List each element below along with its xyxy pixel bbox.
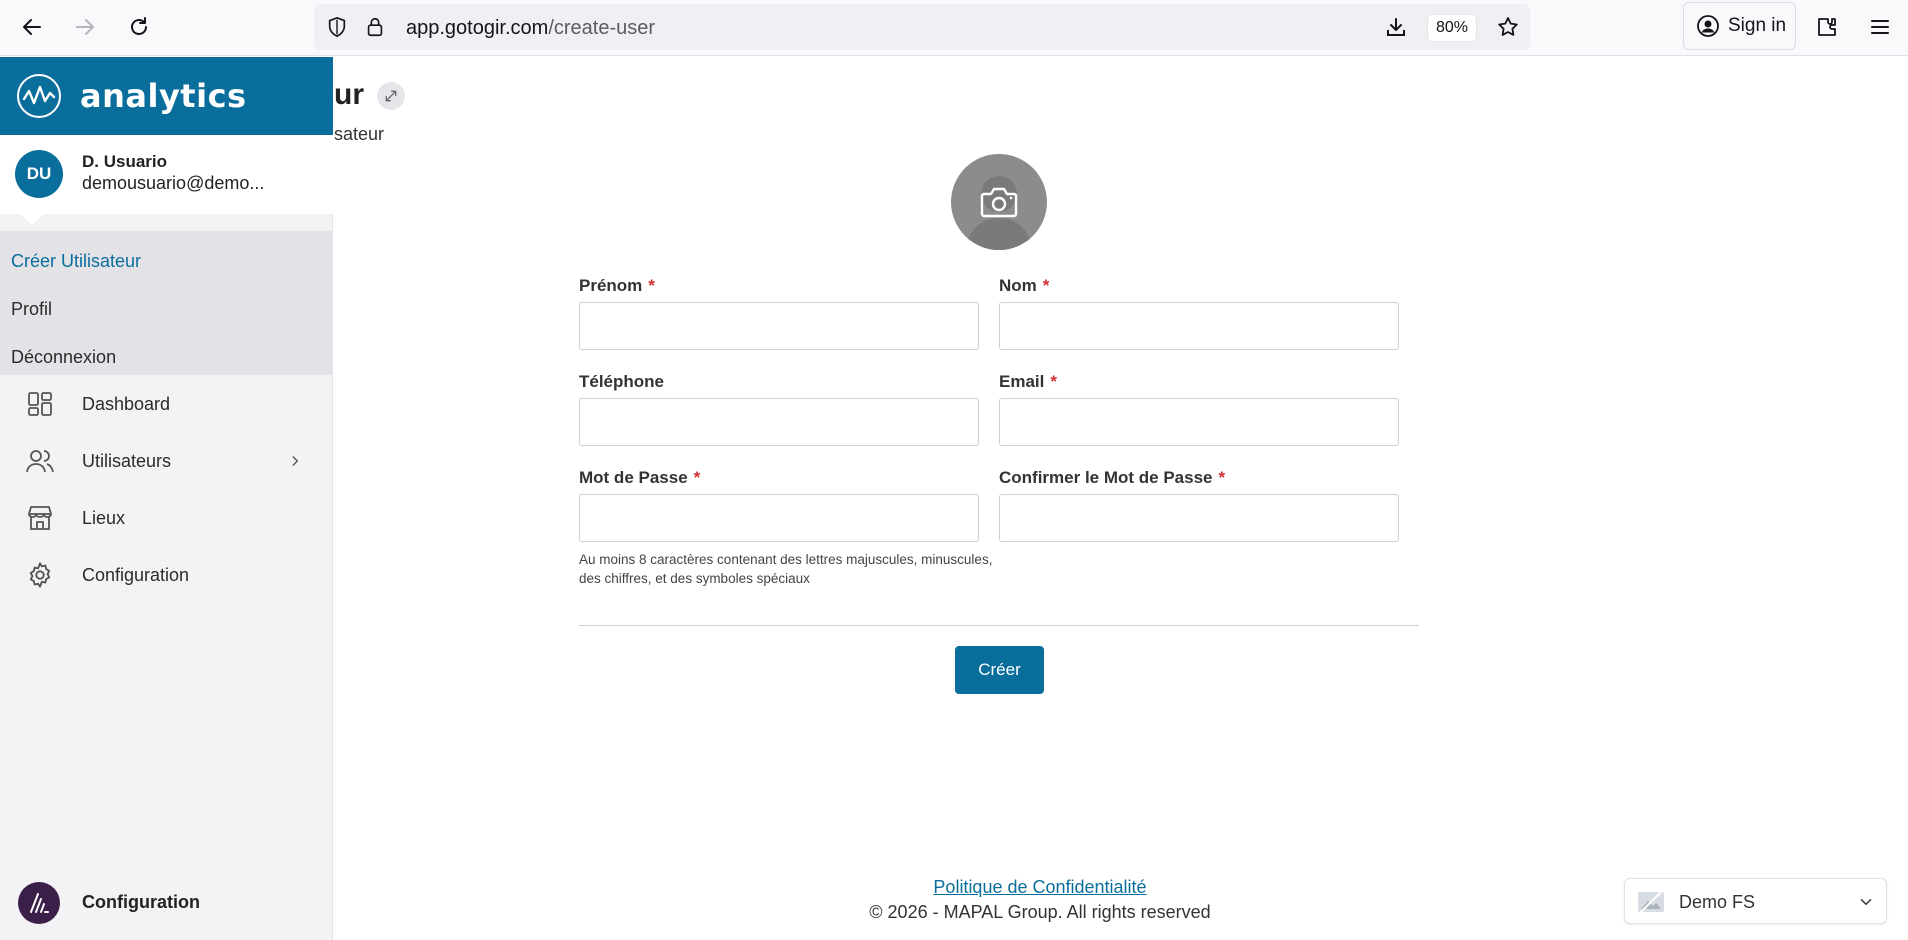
- profile-photo-upload[interactable]: [951, 154, 1047, 250]
- dashboard-icon: [25, 389, 55, 419]
- first-name-label: Prénom *: [579, 276, 655, 295]
- brand-header[interactable]: analytics: [0, 57, 333, 135]
- form-divider: [579, 625, 1419, 626]
- arrow-left-icon: [23, 19, 41, 35]
- sidebar-footer-label: Configuration: [82, 892, 200, 912]
- image-placeholder-icon: [1638, 889, 1664, 915]
- sidebar-item-configuration[interactable]: Configuration: [0, 550, 333, 600]
- account-icon: [1697, 15, 1719, 37]
- user-card-caret: [20, 214, 44, 225]
- first-name-input[interactable]: [579, 302, 979, 350]
- breadcrumb: sateur: [334, 124, 385, 144]
- menu-button[interactable]: [1865, 12, 1895, 42]
- sidebar-footer-app[interactable]: Configuration: [0, 877, 333, 927]
- organization-select[interactable]: Demo FS: [1624, 878, 1887, 924]
- gear-icon: [25, 560, 55, 590]
- download-icon[interactable]: [1384, 15, 1408, 39]
- reload-icon: [131, 17, 147, 35]
- confirm-password-label: Confirmer le Mot de Passe *: [999, 468, 1226, 487]
- sidebar-item-users[interactable]: Utilisateurs: [0, 436, 333, 486]
- user-card[interactable]: DU D. Usuario demousuario@demo...: [0, 135, 333, 214]
- sidebar-item-label: Configuration: [82, 564, 190, 585]
- lock-icon: [367, 17, 383, 37]
- extensions-button[interactable]: [1812, 12, 1842, 42]
- back-button[interactable]: [17, 12, 47, 42]
- email-input[interactable]: [999, 398, 1399, 446]
- app-logo-icon: [18, 882, 60, 924]
- expand-icon: [385, 90, 397, 102]
- arrow-right-icon: [76, 19, 94, 35]
- browser-toolbar: app.gotogir.com/create-user 80% Sign in: [0, 0, 1908, 56]
- users-icon: [25, 446, 55, 476]
- submenu-logout[interactable]: Déconnexion: [11, 347, 116, 368]
- user-submenu: Créer Utilisateur Profil Déconnexion: [0, 231, 333, 375]
- submenu-profile[interactable]: Profil: [11, 299, 52, 320]
- brand-name: analytics: [80, 77, 247, 115]
- zoom-level[interactable]: 80%: [1427, 14, 1477, 42]
- organization-name: Demo FS: [1679, 892, 1756, 912]
- reload-button[interactable]: [124, 12, 154, 42]
- sidebar-item-dashboard[interactable]: Dashboard: [0, 379, 333, 429]
- puzzle-icon: [1818, 18, 1836, 36]
- avatar: DU: [15, 150, 63, 198]
- password-label: Mot de Passe *: [579, 468, 701, 487]
- sidebar: analytics DU D. Usuario demousuario@demo…: [0, 57, 333, 940]
- phone-input[interactable]: [579, 398, 979, 446]
- sidebar-item-places[interactable]: Lieux: [0, 493, 333, 543]
- last-name-label: Nom *: [999, 276, 1050, 295]
- password-input[interactable]: [579, 494, 979, 542]
- last-name-input[interactable]: [999, 302, 1399, 350]
- shield-icon: [328, 16, 346, 38]
- user-email: demousuario@demo...: [82, 173, 265, 193]
- sign-in-label: Sign in: [1728, 15, 1787, 36]
- sidebar-item-label: Utilisateurs: [82, 450, 172, 471]
- star-icon[interactable]: [1496, 15, 1520, 39]
- email-label: Email *: [999, 372, 1057, 391]
- store-icon: [25, 503, 55, 533]
- address-bar[interactable]: app.gotogir.com/create-user 80%: [314, 4, 1530, 50]
- forward-button[interactable]: [70, 12, 100, 42]
- analytics-logo-icon: [17, 74, 61, 118]
- user-name: D. Usuario: [82, 152, 168, 171]
- hamburger-icon: [1871, 20, 1889, 34]
- submenu-create-user[interactable]: Créer Utilisateur: [11, 251, 141, 272]
- url-text: app.gotogir.com/create-user: [406, 17, 656, 39]
- sidebar-item-label: Dashboard: [82, 393, 171, 414]
- password-hint: Au moins 8 caractères contenant des lett…: [579, 552, 993, 586]
- sign-in-button[interactable]: Sign in: [1683, 2, 1796, 50]
- chevron-right-icon: [292, 456, 299, 466]
- phone-label: Téléphone: [579, 372, 665, 391]
- camera-icon: [980, 187, 1018, 218]
- chevron-down-icon: [1860, 899, 1872, 905]
- confirm-password-input[interactable]: [999, 494, 1399, 542]
- page-title: ur: [334, 78, 364, 111]
- sidebar-item-label: Lieux: [82, 507, 126, 528]
- create-button[interactable]: Créer: [955, 646, 1044, 694]
- expand-button[interactable]: [377, 82, 405, 110]
